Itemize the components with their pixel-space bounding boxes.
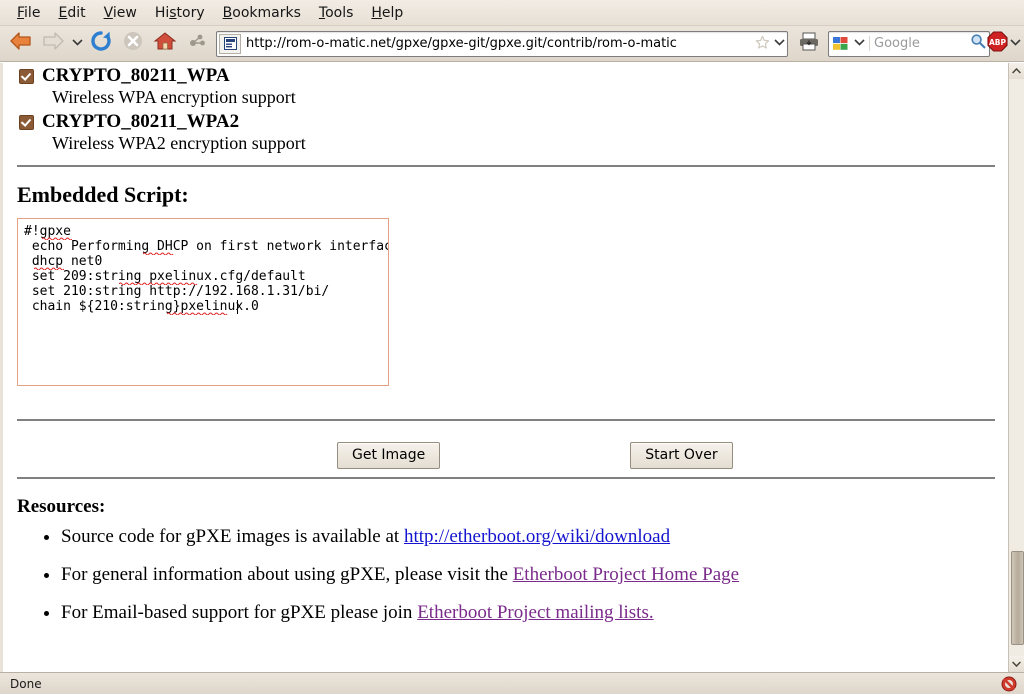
status-bar: Done	[0, 672, 1024, 694]
adblock-plus-button[interactable]: ABP	[986, 30, 1021, 57]
forward-button	[38, 29, 68, 59]
search-engine-dropdown-icon[interactable]	[851, 38, 867, 49]
page-content: CRYPTO_80211_WPA Wireless WPA encryption…	[3, 65, 1008, 662]
star-icon[interactable]	[753, 35, 771, 53]
embedded-script-heading: Embedded Script:	[17, 182, 189, 207]
print-button[interactable]	[794, 29, 824, 59]
chevron-down-icon	[71, 38, 83, 49]
resource-link-source-code[interactable]: http://etherboot.org/wiki/download	[404, 526, 670, 547]
search-bar[interactable]: Google	[828, 30, 990, 57]
adblock-plus-icon: ABP	[986, 30, 1008, 57]
checkbox-crypto-80211-wpa[interactable]	[19, 69, 34, 84]
stop-icon	[123, 31, 143, 56]
noscript-blocked-icon[interactable]	[1000, 676, 1018, 692]
page-favicon-icon	[219, 33, 241, 54]
scroll-down-button[interactable]	[1009, 656, 1024, 672]
menu-tools[interactable]: Tools	[310, 3, 363, 23]
chevron-down-icon[interactable]	[771, 38, 787, 49]
divider	[17, 419, 995, 422]
resource-link-home-page[interactable]: Etherboot Project Home Page	[513, 564, 739, 585]
menu-history[interactable]: History	[146, 3, 214, 23]
start-over-button[interactable]: Start Over	[630, 441, 733, 469]
config-options-list: CRYPTO_80211_WPA Wireless WPA encryption…	[17, 65, 997, 154]
menu-edit[interactable]: Edit	[49, 3, 94, 23]
resources-list: Source code for gPXE images is available…	[17, 526, 997, 662]
list-item: Source code for gPXE images is available…	[61, 526, 997, 548]
vertical-scrollbar[interactable]	[1008, 63, 1024, 672]
embedded-script-textarea[interactable]	[17, 218, 389, 386]
stop-button	[118, 29, 148, 59]
reload-button[interactable]	[86, 29, 116, 59]
address-bar-text[interactable]: http://rom-o-matic.net/gpxe/gpxe-git/gpx…	[244, 36, 753, 51]
browser-window: File Edit View History Bookmarks Tools H…	[0, 0, 1024, 694]
navigation-toolbar: http://rom-o-matic.net/gpxe/gpxe-git/gpx…	[0, 26, 1024, 62]
checkbox-crypto-80211-wpa2[interactable]	[19, 115, 34, 130]
divider	[17, 477, 995, 480]
page-canvas: CRYPTO_80211_WPA Wireless WPA encryption…	[0, 63, 1008, 672]
config-option-name: CRYPTO_80211_WPA	[42, 65, 230, 86]
history-dropdown-button[interactable]	[70, 30, 84, 58]
address-bar[interactable]: http://rom-o-matic.net/gpxe/gpxe-git/gpx…	[216, 30, 788, 57]
back-button[interactable]	[6, 29, 36, 59]
embedded-script-area	[17, 218, 389, 391]
forward-arrow-icon	[41, 30, 65, 57]
resource-text: Source code for gPXE images is available…	[61, 526, 404, 547]
print-icon	[798, 31, 820, 56]
google-icon[interactable]	[829, 36, 851, 51]
divider	[17, 165, 995, 168]
menu-bar: File Edit View History Bookmarks Tools H…	[0, 0, 1024, 26]
chevron-down-icon[interactable]	[1008, 38, 1024, 49]
chevron-up-icon	[1012, 68, 1021, 74]
menu-view[interactable]: View	[95, 3, 146, 23]
back-arrow-icon	[9, 30, 33, 57]
config-option-name: CRYPTO_80211_WPA2	[42, 111, 240, 132]
home-button[interactable]	[150, 29, 180, 59]
svg-text:ABP: ABP	[988, 38, 1006, 47]
list-item: For general information about using gPXE…	[61, 564, 997, 586]
feed-icon	[188, 32, 206, 55]
status-text: Done	[10, 676, 42, 691]
scrollbar-thumb[interactable]	[1011, 551, 1024, 645]
config-option-row[interactable]: CRYPTO_80211_WPA	[17, 65, 997, 86]
home-icon	[153, 30, 177, 57]
resources-heading: Resources:	[17, 496, 106, 517]
menu-file[interactable]: File	[8, 3, 49, 23]
resource-link-mailing-lists[interactable]: Etherboot Project mailing lists.	[417, 602, 653, 623]
menu-help[interactable]: Help	[362, 3, 412, 23]
menu-bookmarks[interactable]: Bookmarks	[214, 3, 310, 23]
feed-button[interactable]	[182, 29, 212, 59]
reload-icon	[90, 30, 112, 57]
resource-text: For Email-based support for gPXE please …	[61, 602, 418, 623]
text-cursor	[237, 300, 238, 314]
form-buttons: Get Image Start Over	[17, 433, 997, 477]
config-option-description: Wireless WPA2 encryption support	[52, 133, 306, 153]
page-viewport: CRYPTO_80211_WPA Wireless WPA encryption…	[0, 63, 1024, 672]
config-option-row[interactable]: CRYPTO_80211_WPA2	[17, 111, 997, 132]
search-input[interactable]: Google	[869, 36, 967, 51]
list-item: For Email-based support for gPXE please …	[61, 602, 997, 624]
resource-text: For general information about using gPXE…	[61, 564, 513, 585]
chevron-down-icon	[1012, 661, 1021, 667]
config-option-description: Wireless WPA encryption support	[52, 87, 296, 107]
get-image-button[interactable]: Get Image	[337, 441, 441, 469]
scroll-up-button[interactable]	[1009, 63, 1024, 79]
